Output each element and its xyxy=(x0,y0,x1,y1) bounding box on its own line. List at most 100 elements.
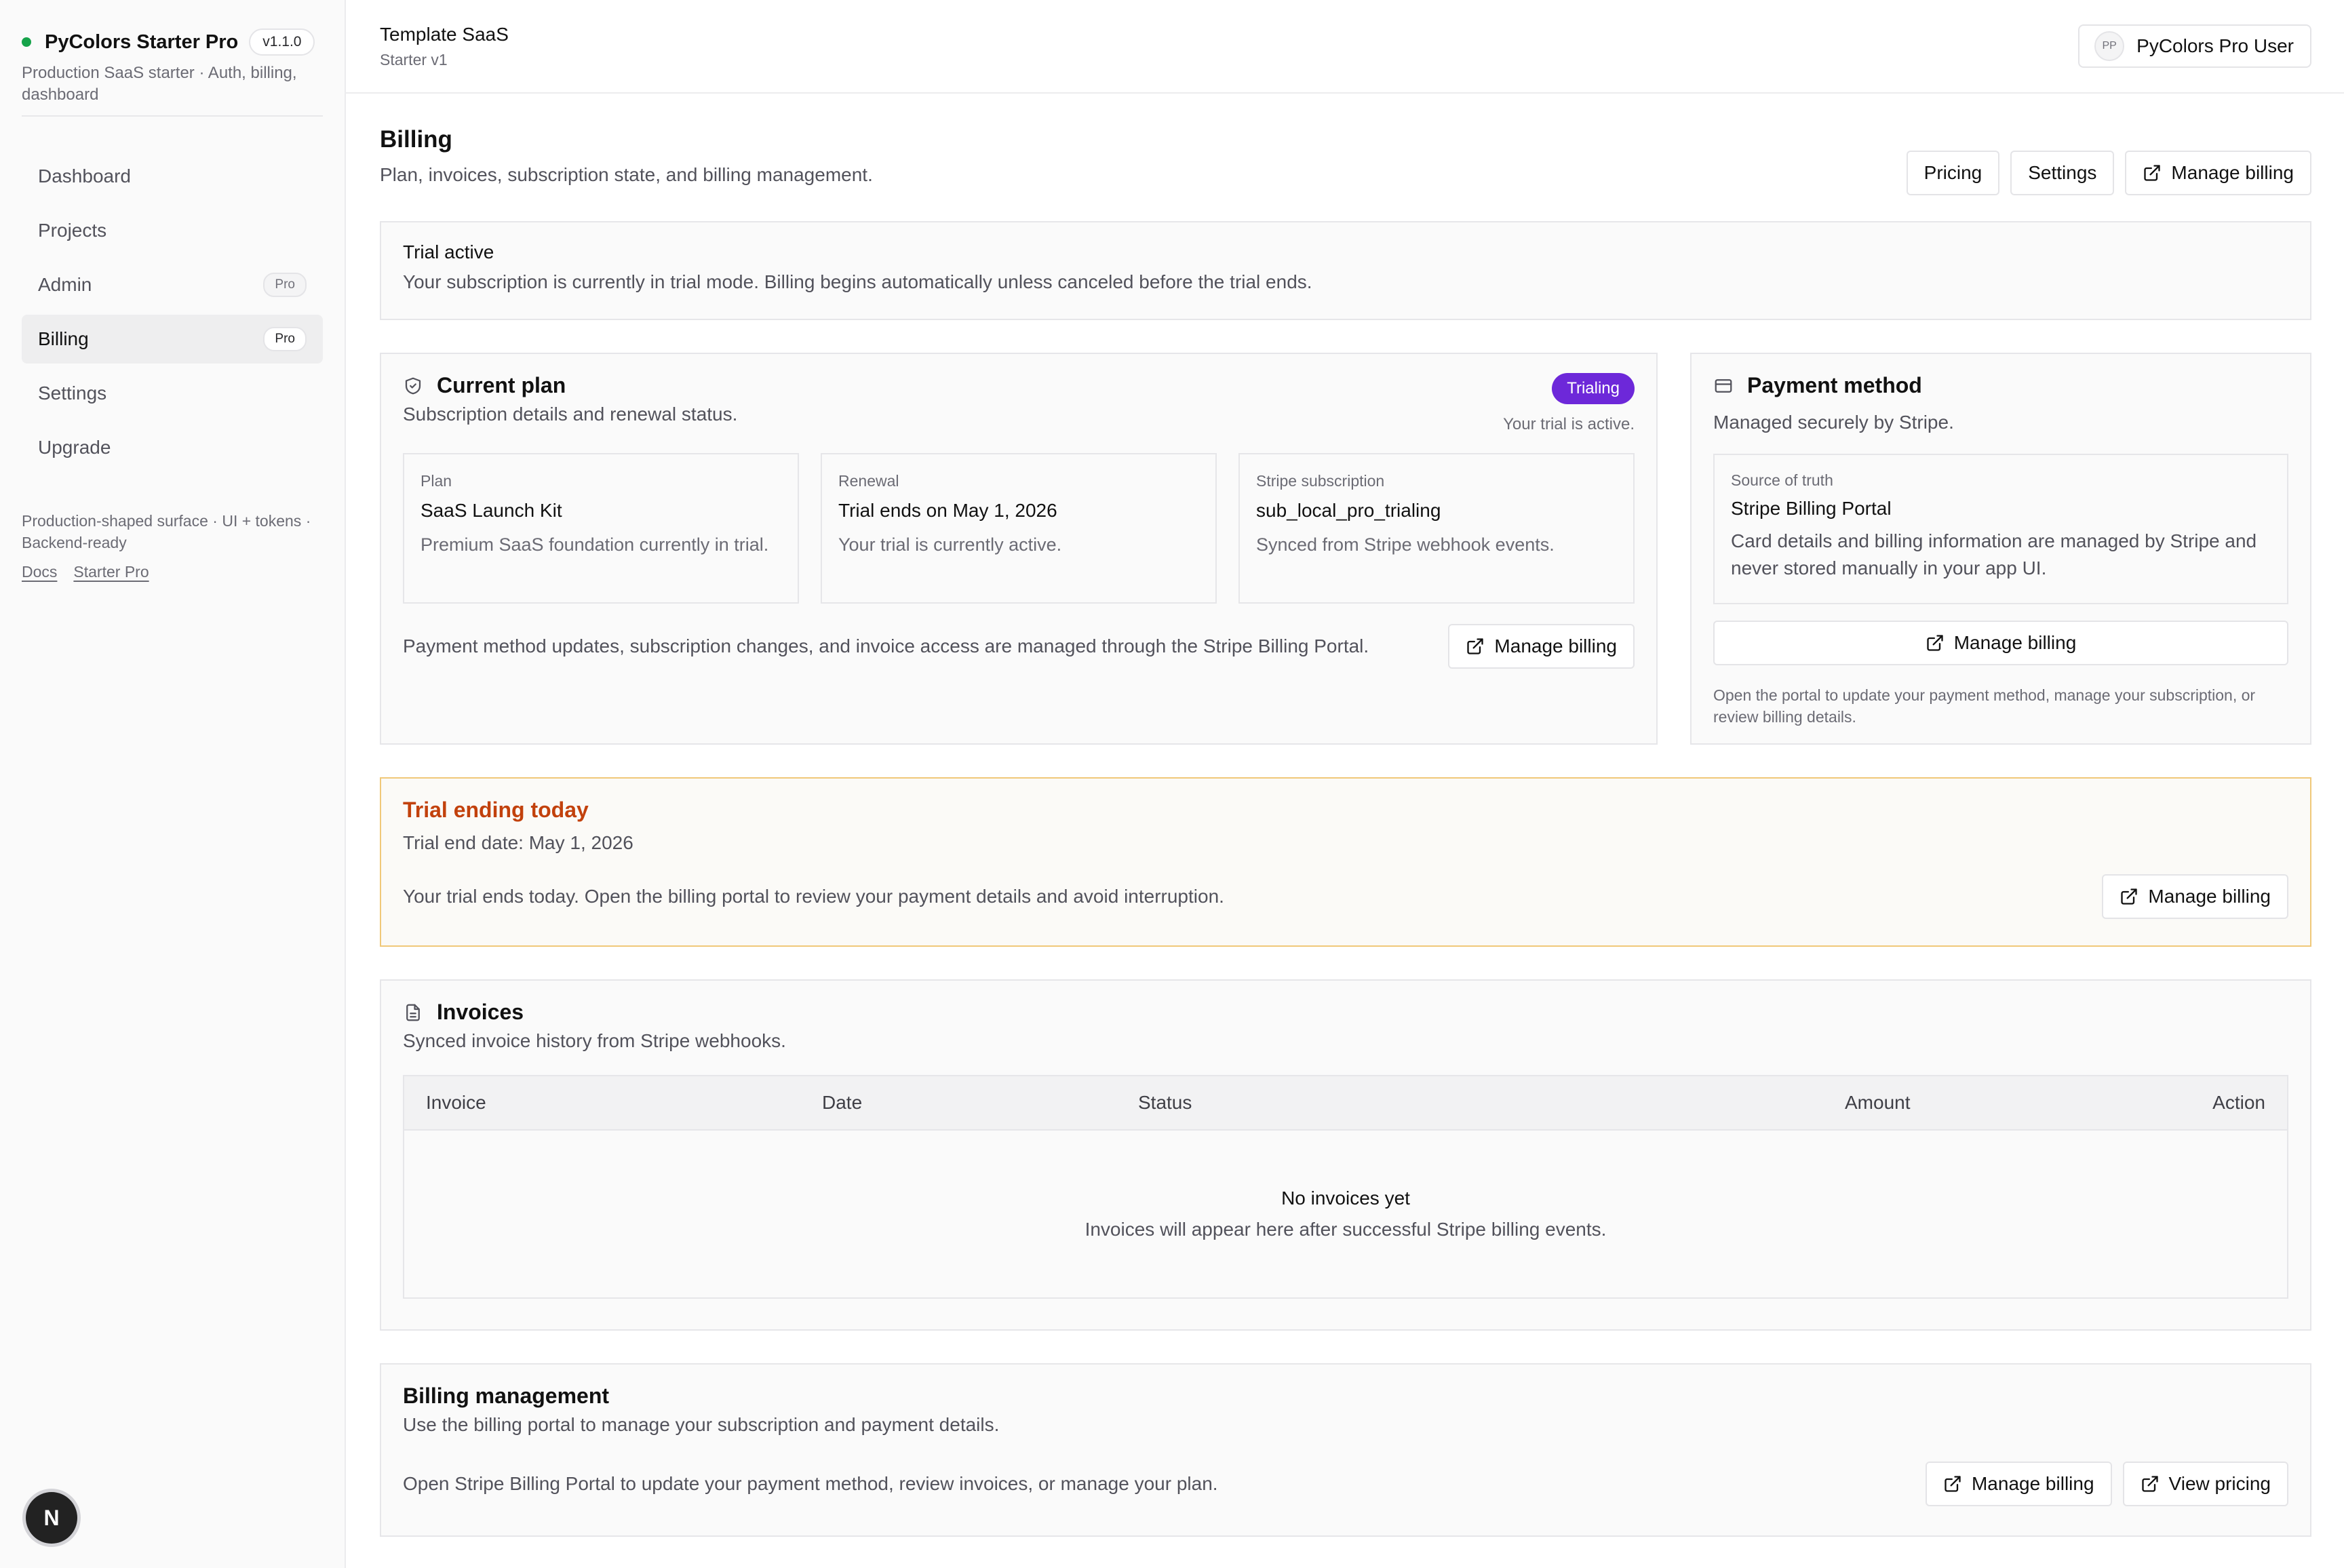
renewal-stat: Renewal Trial ends on May 1, 2026 Your t… xyxy=(821,453,1217,604)
sidebar-item-label: Settings xyxy=(38,383,107,404)
plan-row: Current plan Subscription details and re… xyxy=(380,353,2311,745)
plan-stat: Plan SaaS Launch Kit Premium SaaS founda… xyxy=(403,453,799,604)
column-header-date: Date xyxy=(822,1092,863,1113)
sidebar-item-projects[interactable]: Projects xyxy=(22,206,323,255)
external-link-icon xyxy=(1927,635,1943,651)
alert-text: Your trial ends today. Open the billing … xyxy=(403,886,1224,907)
trial-ending-alert: Trial ending today Trial end date: May 1… xyxy=(380,777,2311,947)
trial-end-date: Trial end date: May 1, 2026 xyxy=(403,832,633,853)
avatar: PP xyxy=(2094,31,2125,61)
main: Template SaaS Starter v1 PP PyColors Pro… xyxy=(346,0,2344,1568)
invoices-table: Invoice Date Status Amount Action No inv… xyxy=(403,1075,2288,1299)
sidebar-nav: Dashboard Projects Admin Pro Billing Pro… xyxy=(22,152,323,472)
pricing-button[interactable]: Pricing xyxy=(1906,151,2000,195)
credit-card-icon xyxy=(1713,376,1734,396)
button-label: Manage billing xyxy=(2171,162,2294,183)
sidebar-item-label: Upgrade xyxy=(38,437,111,458)
current-plan-card: Current plan Subscription details and re… xyxy=(380,353,1658,745)
stat-label: Plan xyxy=(421,472,452,490)
workspace-info: Template SaaS Starter v1 xyxy=(380,24,509,69)
alert-title: Trial ending today xyxy=(403,798,589,822)
manage-billing-button[interactable]: Manage billing xyxy=(1713,621,2288,665)
stripe-subscription-stat: Stripe subscription sub_local_pro_triali… xyxy=(1238,453,1635,604)
workspace-name: Template SaaS xyxy=(380,23,509,45)
billing-management-card: Billing management Use the billing porta… xyxy=(380,1363,2311,1537)
button-label: Manage billing xyxy=(2148,886,2271,907)
sidebar-footer-text: Production-shaped surface · UI + tokens … xyxy=(22,512,311,551)
stat-label: Stripe subscription xyxy=(1256,472,1385,490)
stat-description: Premium SaaS foundation currently in tri… xyxy=(421,534,769,555)
manage-billing-button[interactable]: Manage billing xyxy=(2102,874,2288,919)
pro-badge: Pro xyxy=(263,327,307,351)
column-header-amount: Amount xyxy=(1845,1092,1911,1113)
table-header: Invoice Date Status Amount Action xyxy=(404,1076,2287,1131)
file-text-icon xyxy=(403,1002,423,1023)
status-dot xyxy=(22,37,31,47)
page-title: Billing xyxy=(380,126,452,153)
docs-link[interactable]: Docs xyxy=(22,563,57,581)
brand[interactable]: PyColors Starter Pro v1.1.0 xyxy=(22,0,323,61)
sidebar-item-upgrade[interactable]: Upgrade xyxy=(22,423,323,472)
alert-text: Your subscription is currently in trial … xyxy=(403,271,1312,292)
sidebar-item-settings[interactable]: Settings xyxy=(22,369,323,418)
version-badge: v1.1.0 xyxy=(249,28,315,56)
empty-state-text: Invoices will appear here after successf… xyxy=(1085,1219,1607,1240)
page-content: Billing Plan, invoices, subscription sta… xyxy=(346,94,2344,1537)
column-header-invoice: Invoice xyxy=(426,1092,486,1113)
sidebar-footer: Production-shaped surface · UI + tokens … xyxy=(22,510,317,581)
source-description: Card details and billing information are… xyxy=(1731,530,2257,579)
divider xyxy=(22,115,323,117)
starter-pro-link[interactable]: Starter Pro xyxy=(73,563,149,581)
card-subtitle: Use the billing portal to manage your su… xyxy=(403,1414,1000,1435)
sidebar-footer-links: Docs Starter Pro xyxy=(22,563,317,581)
sidebar-item-label: Dashboard xyxy=(38,165,131,187)
card-subtitle: Synced invoice history from Stripe webho… xyxy=(403,1030,786,1051)
invoices-card: Invoices Synced invoice history from Str… xyxy=(380,979,2311,1331)
manage-billing-button[interactable]: Manage billing xyxy=(1448,624,1635,669)
stat-value: SaaS Launch Kit xyxy=(421,500,562,521)
page-header: Billing Plan, invoices, subscription sta… xyxy=(380,94,2311,221)
card-subtitle: Subscription details and renewal status. xyxy=(403,404,738,425)
sidebar-item-label: Admin xyxy=(38,274,92,295)
card-title: Payment method xyxy=(1747,373,1922,397)
sidebar-item-dashboard[interactable]: Dashboard xyxy=(22,152,323,201)
user-menu-button[interactable]: PP PyColors Pro User xyxy=(2078,24,2311,68)
external-link-icon xyxy=(2144,165,2161,181)
stat-value: sub_local_pro_trialing xyxy=(1256,500,1441,521)
manage-billing-button[interactable]: Manage billing xyxy=(2125,151,2311,195)
sidebar-item-admin[interactable]: Admin Pro xyxy=(22,260,323,309)
card-subtitle: Managed securely by Stripe. xyxy=(1713,412,1954,433)
sidebar-item-label: Billing xyxy=(38,328,89,349)
sidebar: PyColors Starter Pro v1.1.0 Production S… xyxy=(0,0,346,1568)
view-pricing-button[interactable]: View pricing xyxy=(2122,1462,2288,1506)
stat-label: Renewal xyxy=(838,472,899,490)
external-link-icon xyxy=(2141,1476,2158,1492)
trial-active-alert: Trial active Your subscription is curren… xyxy=(380,221,2311,320)
brand-description: Production SaaS starter · Auth, billing,… xyxy=(22,64,297,104)
external-link-icon xyxy=(1467,638,1484,654)
settings-button[interactable]: Settings xyxy=(2010,151,2115,195)
card-title: Billing management xyxy=(403,1384,610,1408)
brand-name: PyColors Starter Pro xyxy=(45,31,239,53)
stat-description: Synced from Stripe webhook events. xyxy=(1256,534,1555,555)
empty-state-title: No invoices yet xyxy=(1281,1188,1410,1209)
sidebar-item-billing[interactable]: Billing Pro xyxy=(22,315,323,364)
stat-description: Your trial is currently active. xyxy=(838,534,1062,555)
button-label: View pricing xyxy=(2168,1473,2271,1494)
button-label: Manage billing xyxy=(1494,635,1617,656)
card-title: Invoices xyxy=(437,1000,524,1024)
dev-tools-badge[interactable]: N xyxy=(26,1492,77,1544)
sidebar-item-label: Projects xyxy=(38,220,107,241)
status-badge: Trialing xyxy=(1552,373,1635,404)
source-value: Stripe Billing Portal xyxy=(1731,498,1892,519)
manage-billing-button[interactable]: Manage billing xyxy=(1925,1462,2112,1506)
shield-check-icon xyxy=(403,376,423,396)
billing-management-text: Open Stripe Billing Portal to update you… xyxy=(403,1473,1218,1494)
button-label: Manage billing xyxy=(1953,632,2077,653)
payment-note: Open the portal to update your payment m… xyxy=(1713,686,2256,726)
app-root: PyColors Starter Pro v1.1.0 Production S… xyxy=(0,0,2344,1568)
source-label: Source of truth xyxy=(1731,471,1833,489)
external-link-icon xyxy=(1945,1476,1961,1492)
payment-method-card: Payment method Managed securely by Strip… xyxy=(1690,353,2311,745)
pro-badge: Pro xyxy=(263,273,307,297)
